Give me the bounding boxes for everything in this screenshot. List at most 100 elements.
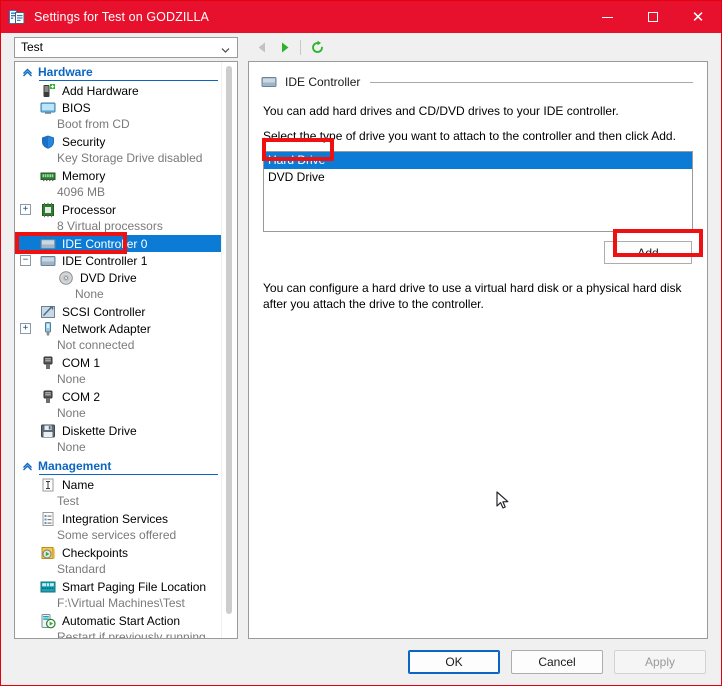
- sidebar-item-sublabel: Restart if previously running: [57, 630, 206, 638]
- tree-node: SCSI Controller: [15, 303, 222, 320]
- drive-type-listbox[interactable]: Hard Drive DVD Drive: [263, 151, 693, 232]
- tree-node: COM 2 None: [15, 388, 222, 422]
- sidebar-item-sublabel: F:\Virtual Machines\Test: [57, 596, 185, 610]
- minimize-button[interactable]: [585, 1, 630, 33]
- sidebar-item-sublabel: Not connected: [57, 338, 135, 352]
- add-button-row: Add: [261, 241, 692, 264]
- list-item-dvd-drive[interactable]: DVD Drive: [264, 169, 692, 186]
- vm-selector-combobox[interactable]: Test: [14, 36, 238, 58]
- com-port-icon: [40, 355, 56, 371]
- mouse-cursor: [496, 491, 509, 509]
- sidebar-item-label: Automatic Start Action: [62, 613, 181, 628]
- dvd-drive-icon: [58, 270, 74, 286]
- panel-intro-line-1: You can add hard drives and CD/DVD drive…: [263, 104, 619, 118]
- toolbar: Test: [1, 33, 721, 61]
- sidebar-item-label: Diskette Drive: [62, 423, 137, 438]
- sidebar-item-label: COM 1: [62, 355, 101, 370]
- sidebar-item-label: Network Adapter: [62, 321, 151, 336]
- vm-selector-value: Test: [21, 40, 44, 54]
- sidebar-item-label: Integration Services: [62, 511, 169, 526]
- sidebar-item-label: Security: [62, 134, 106, 149]
- tree-node: IDE Controller 0: [15, 235, 222, 252]
- collapse-icon[interactable]: −: [20, 255, 31, 266]
- sidebar-item-bios[interactable]: BIOS: [15, 99, 222, 116]
- close-icon: ✕: [691, 7, 705, 26]
- dialog-body: Hardware Add Hardware BIOS Boot from CD Secu…: [1, 61, 721, 639]
- sidebar-item-com-1[interactable]: COM 1: [15, 354, 222, 371]
- sidebar-item-label: Smart Paging File Location: [62, 579, 207, 594]
- tree-node: Smart Paging File Location F:\Virtual Mac…: [15, 578, 222, 612]
- sidebar-item-automatic-start-action[interactable]: Automatic Start Action: [15, 612, 222, 629]
- dialog-footer: OK Cancel Apply: [1, 639, 721, 685]
- refresh-button[interactable]: [306, 36, 328, 58]
- sidebar-item-integration-services[interactable]: Integration Services: [15, 510, 222, 527]
- tree-group-management[interactable]: Management: [15, 456, 222, 476]
- sidebar-item-diskette-drive[interactable]: Diskette Drive: [15, 422, 222, 439]
- tree-group-rule: [39, 474, 218, 475]
- back-button[interactable]: [251, 36, 273, 58]
- ok-button[interactable]: OK: [408, 650, 500, 674]
- settings-tree[interactable]: Hardware Add Hardware BIOS Boot from CD Secu…: [14, 61, 238, 639]
- sidebar-scrollbar[interactable]: [221, 62, 237, 638]
- collapse-caret-icon[interactable]: [20, 67, 34, 78]
- sidebar-item-sublabel: Standard: [57, 562, 106, 576]
- toolbar-divider: [300, 39, 301, 55]
- sidebar-item-label: COM 2: [62, 389, 101, 404]
- refresh-icon: [311, 40, 323, 53]
- sidebar-item-label: DVD Drive: [80, 270, 137, 285]
- sidebar-item-smart-paging-file-location[interactable]: Smart Paging File Location: [15, 578, 222, 595]
- expand-icon[interactable]: +: [20, 323, 31, 334]
- sidebar-scrollbar-thumb[interactable]: [226, 66, 232, 614]
- bios-icon: [40, 100, 56, 116]
- ide-controller-icon: [40, 253, 56, 269]
- smart-paging-icon: [40, 579, 56, 595]
- maximize-icon: [647, 12, 658, 22]
- tree-node: BIOS Boot from CD: [15, 99, 222, 133]
- sidebar-item-label: SCSI Controller: [62, 304, 146, 319]
- sidebar-item-security[interactable]: Security: [15, 133, 222, 150]
- sidebar-item-sublabel: None: [75, 287, 104, 301]
- tree-content: Hardware Add Hardware BIOS Boot from CD Secu…: [15, 62, 222, 638]
- ide-controller-icon: [261, 74, 277, 90]
- sidebar-item-sublabel: Test: [57, 494, 80, 508]
- sidebar-item-dvd-drive[interactable]: DVD Drive: [15, 269, 222, 286]
- apply-button[interactable]: Apply: [614, 650, 706, 674]
- hyperv-settings-icon: [9, 9, 25, 25]
- tree-group-hardware[interactable]: Hardware: [15, 62, 222, 82]
- sidebar-item-sublabel: 4096 MB: [57, 185, 106, 199]
- sidebar-item-ide-controller-1[interactable]: − IDE Controller 1: [15, 252, 222, 269]
- sidebar-item-label: BIOS: [62, 100, 91, 115]
- tree-node: Name Test: [15, 476, 222, 510]
- name-text-icon: [40, 477, 56, 493]
- sidebar-item-com-2[interactable]: COM 2: [15, 388, 222, 405]
- forward-button[interactable]: [273, 36, 295, 58]
- forward-arrow-icon: [281, 42, 288, 52]
- window-controls: ✕: [585, 1, 721, 33]
- cancel-button[interactable]: Cancel: [511, 650, 603, 674]
- list-item-hard-drive[interactable]: Hard Drive: [264, 152, 692, 169]
- tree-node: Diskette Drive None: [15, 422, 222, 456]
- add-button[interactable]: Add: [604, 241, 692, 264]
- sidebar-item-sublabel: Boot from CD: [57, 117, 130, 131]
- com-port-icon: [40, 389, 56, 405]
- sidebar-item-network-adapter[interactable]: + Network Adapter: [15, 320, 222, 337]
- diskette-drive-icon: [40, 423, 56, 439]
- sidebar-item-memory[interactable]: Memory: [15, 167, 222, 184]
- automatic-start-icon: [40, 613, 56, 629]
- sidebar-item-name[interactable]: Name: [15, 476, 222, 493]
- panel-title: IDE Controller: [285, 75, 361, 89]
- sidebar-item-ide-controller-0[interactable]: IDE Controller 0: [15, 235, 222, 252]
- collapse-caret-icon[interactable]: [20, 461, 34, 472]
- sidebar-item-checkpoints[interactable]: Checkpoints: [15, 544, 222, 561]
- ide-controller-icon: [40, 236, 56, 252]
- sidebar-item-processor[interactable]: + Processor: [15, 201, 222, 218]
- expand-icon[interactable]: +: [20, 204, 31, 215]
- tree-node: COM 1 None: [15, 354, 222, 388]
- tree-node: DVD Drive None: [15, 269, 222, 303]
- sidebar-item-add-hardware[interactable]: Add Hardware: [15, 82, 222, 99]
- integration-services-icon: [40, 511, 56, 527]
- title-bar: Settings for Test on GODZILLA ✕: [1, 1, 721, 33]
- sidebar-item-scsi-controller[interactable]: SCSI Controller: [15, 303, 222, 320]
- close-button[interactable]: ✕: [675, 1, 721, 33]
- maximize-button[interactable]: [630, 1, 675, 33]
